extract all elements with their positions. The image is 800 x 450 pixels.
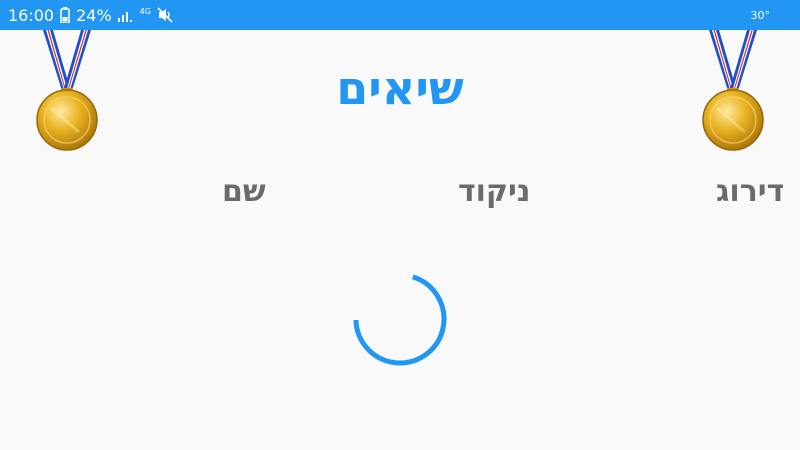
- status-time: 16:00: [8, 5, 55, 25]
- gold-medal-icon: [701, 30, 765, 152]
- column-header-score: ניקוד: [458, 174, 531, 209]
- status-right-group: 30°: [751, 0, 771, 30]
- status-left-group: 16:00 24% 4G: [8, 0, 173, 30]
- status-bar: 16:00 24% 4G 30°: [0, 0, 800, 30]
- mute-icon: [157, 7, 173, 23]
- battery-percent: 24%: [76, 5, 112, 25]
- column-header-name: שם: [222, 174, 266, 209]
- status-temperature: 30°: [750, 8, 771, 22]
- column-header-rank: דירוג: [716, 174, 785, 209]
- leaderboard-screen: 16:00 24% 4G 30° שיאים דירוג ניקוד שם: [0, 0, 800, 450]
- page-title: שיאים: [336, 61, 464, 115]
- battery-icon: [60, 7, 70, 23]
- gold-medal-icon: [35, 30, 99, 152]
- loading-spinner-icon: [352, 272, 448, 368]
- network-4g-icon: 4G: [139, 7, 151, 16]
- signal-icon: [117, 8, 134, 22]
